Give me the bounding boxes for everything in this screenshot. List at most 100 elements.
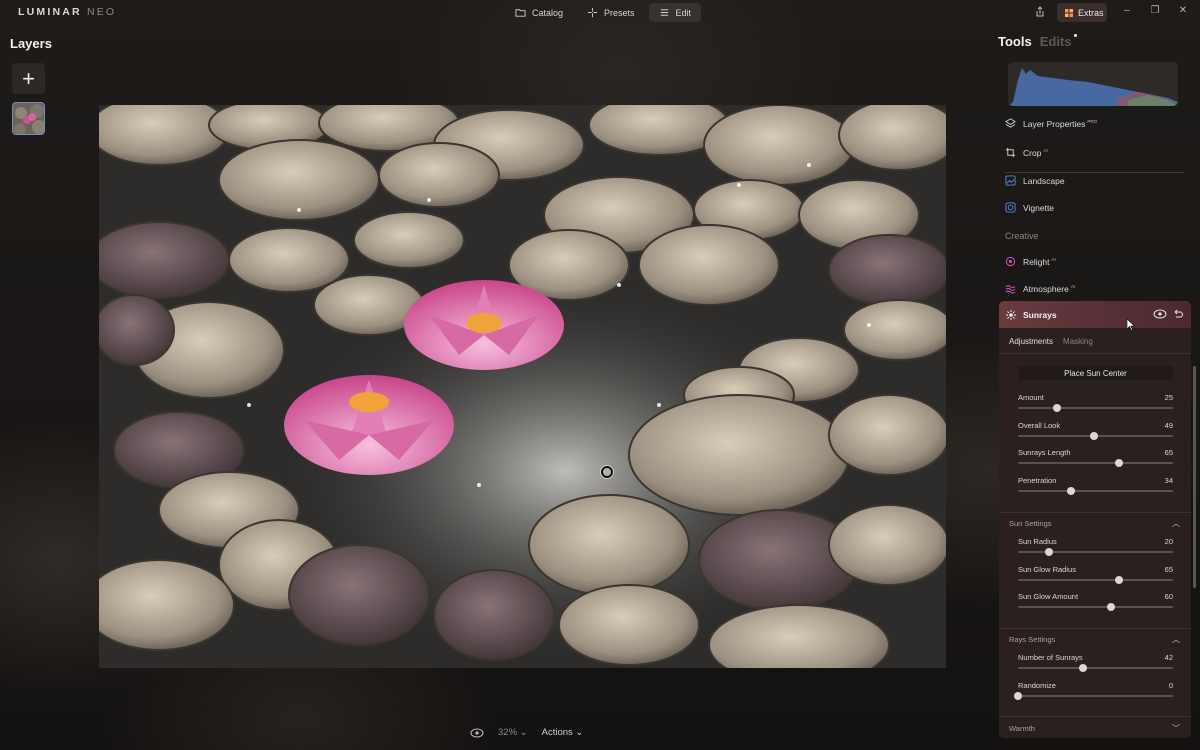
atmosphere-icon xyxy=(1005,285,1016,294)
slider-label: Sun Glow Radius xyxy=(1018,564,1076,574)
layers-title: Layers xyxy=(10,36,52,51)
sunrays-subtabs: Adjustments Masking xyxy=(1009,337,1093,346)
slider-label: Sunrays Length xyxy=(1018,448,1071,457)
slider-knob[interactable] xyxy=(1079,664,1088,672)
visibility-eye-icon[interactable] xyxy=(1153,308,1167,320)
separator xyxy=(999,716,1191,717)
slider-sun-radius[interactable]: Sun Radius 20 xyxy=(1018,537,1173,559)
warmth-header[interactable]: Warmth ﹀ xyxy=(1009,724,1184,733)
tool-crop[interactable]: Crop AI xyxy=(1005,147,1048,158)
layer-thumbnail[interactable] xyxy=(12,102,45,135)
slider-value: 49 xyxy=(1164,420,1173,430)
slider-sun-glow-amount[interactable]: Sun Glow Amount 60 xyxy=(1018,592,1173,614)
tab-tools[interactable]: Tools xyxy=(998,34,1032,49)
zoom-level[interactable]: 32% ⌄ xyxy=(498,727,528,738)
share-icon[interactable] xyxy=(1033,5,1047,19)
tab-edits[interactable]: Edits xyxy=(1040,34,1072,49)
tool-landscape[interactable]: Landscape xyxy=(1005,175,1065,186)
histogram xyxy=(1008,62,1178,106)
slider-value: 65 xyxy=(1164,564,1173,574)
slider-track[interactable] xyxy=(1018,489,1173,492)
tab-edit-label: Edit xyxy=(675,7,692,18)
slider-track[interactable] xyxy=(1018,667,1173,669)
panel-scrollbar[interactable] xyxy=(1193,366,1196,588)
slider-track[interactable] xyxy=(1018,578,1173,581)
water-lily-photo xyxy=(99,105,946,668)
slider-value: 60 xyxy=(1164,592,1173,601)
tab-presets-label: Presets xyxy=(604,7,635,18)
slider-knob[interactable] xyxy=(1107,603,1115,611)
section-creative: Creative xyxy=(1005,231,1039,241)
eye-icon[interactable] xyxy=(470,728,484,738)
slider-value: 42 xyxy=(1164,653,1173,662)
right-panel-tabs: Tools Edits xyxy=(998,34,1077,49)
chevron-up-icon: ︿ xyxy=(1172,635,1180,644)
actions-menu[interactable]: Actions ⌄ xyxy=(542,727,584,738)
extras-button[interactable]: Extras xyxy=(1057,3,1107,22)
slider-label: Randomize xyxy=(1018,680,1056,690)
sunrays-icon xyxy=(1006,309,1016,320)
sunrays-panel: Sunrays Adjustments Masking Place Sun Ce… xyxy=(999,301,1191,738)
slider-label: Number of Sunrays xyxy=(1018,653,1083,662)
separator xyxy=(999,628,1191,629)
separator xyxy=(999,353,1191,354)
slider-knob[interactable] xyxy=(1066,486,1075,495)
place-sun-center-button[interactable]: Place Sun Center xyxy=(1018,366,1173,380)
main-nav: Catalog Presets Edit xyxy=(505,3,702,22)
rays-settings-header[interactable]: Rays Settings ︿ xyxy=(1009,635,1184,644)
slider-track[interactable] xyxy=(1018,462,1173,464)
slider-knob[interactable] xyxy=(1052,404,1061,412)
close-icon[interactable]: ✕ xyxy=(1176,5,1190,16)
layers-icon xyxy=(1005,118,1016,128)
app-logo: LUMINAR NEO xyxy=(18,6,117,18)
sun-center-handle[interactable] xyxy=(601,466,613,478)
restore-icon[interactable]: ❐ xyxy=(1148,5,1162,16)
slider-amount[interactable]: Amount 25 xyxy=(1018,393,1173,415)
slider-track[interactable] xyxy=(1018,407,1173,409)
slider-number-of-sunrays[interactable]: Number of Sunrays 42 xyxy=(1018,653,1173,675)
sparkle-icon xyxy=(587,7,598,18)
add-layer-button[interactable]: + xyxy=(12,63,45,94)
slider-knob[interactable] xyxy=(1089,431,1098,440)
slider-label: Amount xyxy=(1018,393,1044,402)
sliders-icon xyxy=(660,9,668,16)
slider-sunrays-length[interactable]: Sunrays Length 65 xyxy=(1018,448,1173,470)
slider-randomize[interactable]: Randomize 0 xyxy=(1014,680,1173,703)
slider-knob[interactable] xyxy=(1114,575,1123,584)
tools-divider xyxy=(1005,172,1185,173)
tab-catalog[interactable]: Catalog xyxy=(505,3,573,22)
separator xyxy=(999,512,1191,513)
slider-value: 0 xyxy=(1168,680,1173,690)
mouse-cursor-icon xyxy=(1127,319,1135,331)
slider-track[interactable] xyxy=(1018,606,1173,608)
tool-atmosphere[interactable]: Atmosphere AI xyxy=(1005,283,1075,294)
tab-edit[interactable]: Edit xyxy=(648,3,702,22)
sunrays-title: Sunrays xyxy=(1023,309,1057,320)
tab-presets[interactable]: Presets xyxy=(577,3,645,22)
tool-vignette[interactable]: Vignette xyxy=(1005,202,1054,213)
slider-knob[interactable] xyxy=(1014,691,1022,700)
reset-icon[interactable] xyxy=(1172,308,1183,320)
slider-value: 34 xyxy=(1164,475,1173,485)
minimize-icon[interactable]: – xyxy=(1120,5,1134,16)
slider-knob[interactable] xyxy=(1045,548,1053,556)
slider-track[interactable] xyxy=(1018,551,1173,553)
top-bar: LUMINAR NEO Catalog Presets Edit Extras … xyxy=(0,0,1200,26)
chevron-down-icon: ﹀ xyxy=(1172,724,1180,733)
sunrays-header[interactable]: Sunrays xyxy=(999,301,1191,328)
slider-track[interactable] xyxy=(1018,694,1173,697)
sun-settings-header[interactable]: Sun Settings ︿ xyxy=(1009,519,1184,528)
layer-thumbnail-image xyxy=(13,103,44,134)
tab-masking[interactable]: Masking xyxy=(1063,337,1093,346)
slider-knob[interactable] xyxy=(1114,459,1123,467)
slider-penetration[interactable]: Penetration 34 xyxy=(1018,476,1173,498)
slider-label: Sun Glow Amount xyxy=(1018,592,1079,601)
photo-canvas[interactable] xyxy=(99,105,946,668)
tab-adjustments[interactable]: Adjustments xyxy=(1009,337,1053,346)
tool-layer-properties[interactable]: Layer Properties PRO xyxy=(1005,118,1097,129)
edits-indicator xyxy=(1073,34,1077,37)
slider-sun-glow-radius[interactable]: Sun Glow Radius 65 xyxy=(1018,565,1173,587)
slider-overall-look[interactable]: Overall Look 49 xyxy=(1018,421,1173,443)
slider-value: 65 xyxy=(1164,448,1173,457)
tool-relight[interactable]: Relight AI xyxy=(1005,256,1056,267)
